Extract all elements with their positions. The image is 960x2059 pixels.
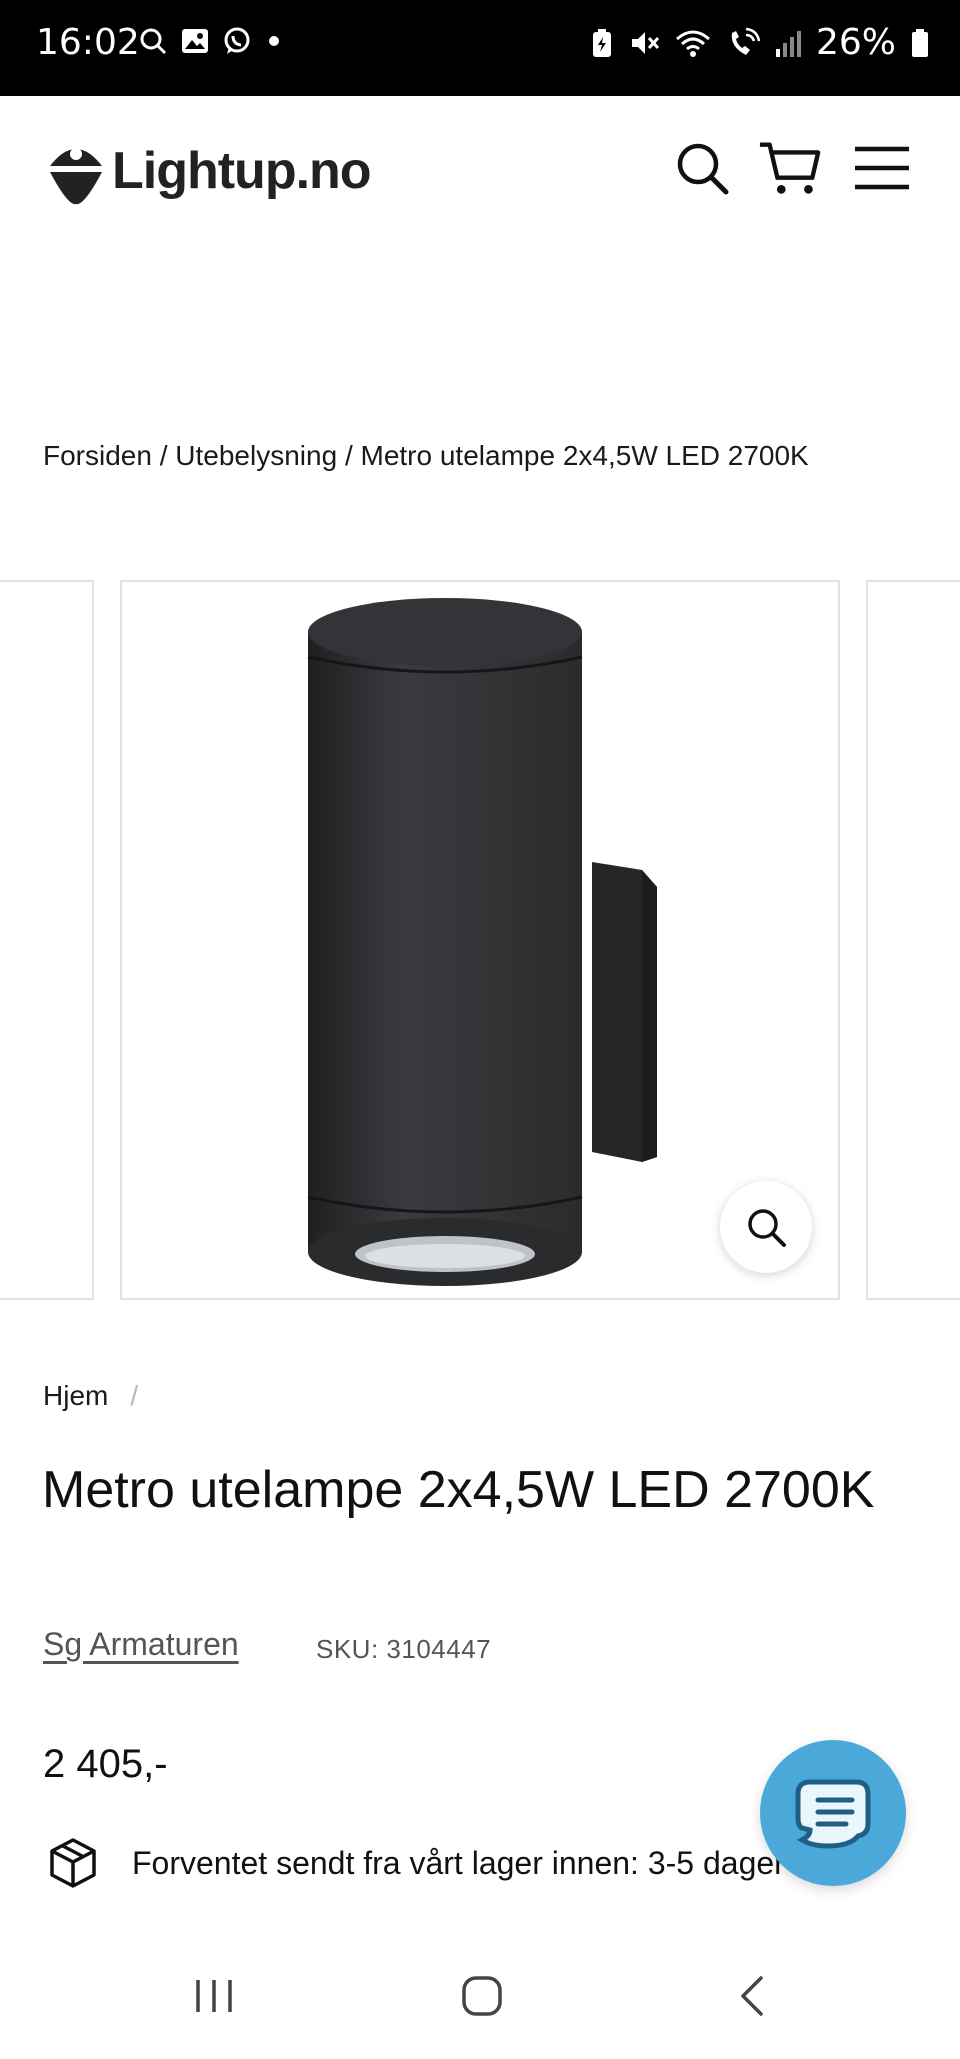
breadcrumb-separator: / bbox=[130, 1380, 139, 1411]
menu-icon bbox=[855, 146, 909, 190]
vendor-link[interactable]: Sg Armaturen bbox=[43, 1626, 239, 1663]
wifi-call-icon bbox=[731, 27, 760, 55]
breadcrumb-separator: / bbox=[159, 440, 168, 471]
product-price: 2 405,- bbox=[43, 1742, 168, 1786]
package-icon bbox=[50, 1838, 96, 1888]
recent-apps-icon bbox=[196, 1980, 232, 2012]
site-header: Lightup.no bbox=[0, 96, 960, 246]
recent-apps-button[interactable] bbox=[174, 1966, 254, 2026]
battery-percent: 26% bbox=[815, 22, 896, 63]
breadcrumb-item-utebelysning[interactable]: Utebelysning bbox=[175, 440, 337, 471]
breadcrumb: Forsiden / Utebelysning / Metro utelampe… bbox=[43, 440, 809, 472]
back-button[interactable] bbox=[712, 1966, 792, 2026]
zoom-icon bbox=[748, 1209, 786, 1247]
mute-icon bbox=[631, 31, 660, 54]
zoom-button[interactable] bbox=[720, 1181, 812, 1273]
breadcrumb-separator: / bbox=[344, 440, 353, 471]
home-button[interactable] bbox=[442, 1966, 522, 2026]
status-bar: 16:02 26% bbox=[0, 0, 960, 96]
logo-text: Lightup.no bbox=[112, 142, 372, 200]
status-left-icons bbox=[138, 26, 284, 56]
product-breadcrumb: Hjem / bbox=[43, 1380, 138, 1412]
system-nav-bar bbox=[0, 1940, 960, 2059]
cart-icon bbox=[759, 142, 821, 194]
battery-icon bbox=[912, 28, 928, 57]
cart-button[interactable] bbox=[758, 136, 822, 200]
home-icon bbox=[462, 1976, 502, 2016]
menu-button[interactable] bbox=[850, 136, 914, 200]
breadcrumb-home[interactable]: Hjem bbox=[43, 1380, 108, 1412]
chat-icon bbox=[795, 1779, 871, 1849]
search-button[interactable] bbox=[670, 136, 734, 200]
product-image-lamp bbox=[307, 598, 657, 1286]
lamp-logo-icon bbox=[50, 148, 102, 205]
site-logo[interactable]: Lightup.no bbox=[44, 136, 372, 206]
search-icon bbox=[677, 143, 729, 195]
gallery-icon bbox=[182, 29, 208, 53]
signal-icon bbox=[775, 30, 801, 57]
product-image-main[interactable] bbox=[120, 580, 840, 1300]
breadcrumb-item-current: Metro utelampe 2x4,5W LED 2700K bbox=[360, 440, 809, 471]
back-icon bbox=[741, 1976, 763, 2016]
whatsapp-icon bbox=[224, 27, 250, 54]
shipping-info: Forventet sendt fra vårt lager innen: 3-… bbox=[46, 1836, 785, 1890]
gallery-prev-slide[interactable] bbox=[0, 580, 94, 1300]
shipping-text: Forventet sendt fra vårt lager innen: 3-… bbox=[132, 1844, 785, 1881]
product-sku: SKU: 3104447 bbox=[316, 1634, 492, 1664]
gallery-next-slide[interactable] bbox=[866, 580, 960, 1300]
status-right-icons: 26% bbox=[590, 22, 930, 63]
search-icon bbox=[140, 28, 167, 55]
wifi-icon bbox=[675, 30, 710, 57]
chat-button[interactable] bbox=[760, 1740, 906, 1886]
breadcrumb-item-forsiden[interactable]: Forsiden bbox=[43, 440, 152, 471]
product-title: Metro utelampe 2x4,5W LED 2700K bbox=[42, 1461, 875, 1519]
dot-icon bbox=[269, 36, 279, 46]
status-time: 16:02 bbox=[36, 22, 140, 63]
battery-saver-icon bbox=[592, 28, 611, 57]
